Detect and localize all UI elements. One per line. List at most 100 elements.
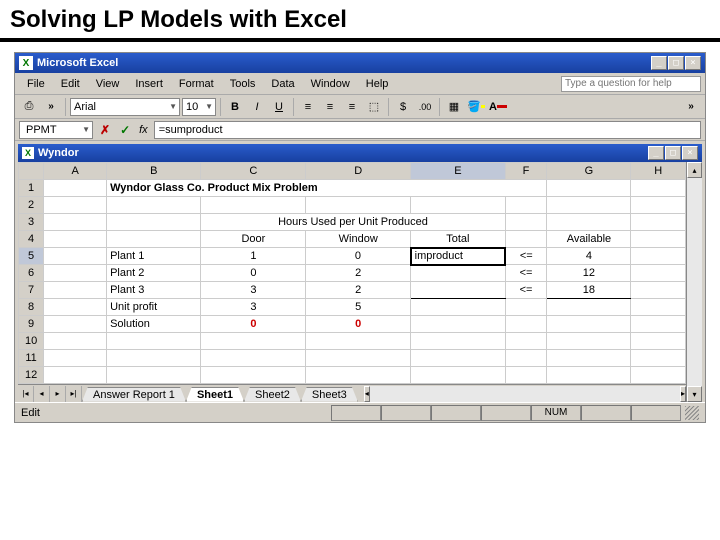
- hscroll-track[interactable]: [370, 386, 680, 402]
- toolbar-overflow-right[interactable]: »: [681, 97, 701, 117]
- cell-b9[interactable]: Solution: [107, 316, 201, 333]
- cell-e5-active[interactable]: improduct: [411, 248, 505, 265]
- select-all-corner[interactable]: [19, 163, 44, 180]
- menu-help[interactable]: Help: [358, 76, 397, 92]
- tab-sheet1[interactable]: Sheet1: [186, 387, 244, 402]
- row-header-11[interactable]: 11: [19, 350, 44, 367]
- borders-button[interactable]: ▦: [444, 97, 464, 117]
- underline-button[interactable]: U: [269, 97, 289, 117]
- cell-c8[interactable]: 3: [201, 299, 306, 316]
- workbook-maximize-button[interactable]: □: [665, 146, 681, 160]
- cell-g4[interactable]: Available: [547, 231, 631, 248]
- menu-tools[interactable]: Tools: [222, 76, 264, 92]
- vscroll-track[interactable]: [687, 178, 702, 386]
- cell-f5[interactable]: <=: [505, 248, 547, 265]
- menu-format[interactable]: Format: [171, 76, 222, 92]
- row-header-5[interactable]: 5: [19, 248, 44, 265]
- resize-grip-icon[interactable]: [685, 406, 699, 420]
- cell-c6[interactable]: 0: [201, 265, 306, 282]
- workbook-minimize-button[interactable]: _: [648, 146, 664, 160]
- cell-g7[interactable]: 18: [547, 282, 631, 299]
- col-header-a[interactable]: A: [44, 163, 107, 180]
- align-left-button[interactable]: ≡: [298, 97, 318, 117]
- formula-input[interactable]: =sumproduct: [154, 121, 701, 139]
- horizontal-scrollbar[interactable]: ◂ ▸: [364, 386, 686, 402]
- cell-e4[interactable]: Total: [411, 231, 505, 248]
- close-button[interactable]: ×: [685, 56, 701, 70]
- col-header-f[interactable]: F: [505, 163, 547, 180]
- menu-insert[interactable]: Insert: [127, 76, 171, 92]
- cell-d8[interactable]: 5: [306, 299, 411, 316]
- worksheet-grid[interactable]: A B C D E F G H 1 Wyndor Glass Co. Produc…: [18, 162, 686, 384]
- tab-sheet3[interactable]: Sheet3: [301, 387, 358, 402]
- align-right-button[interactable]: ≡: [342, 97, 362, 117]
- col-header-c[interactable]: C: [201, 163, 306, 180]
- cell-f6[interactable]: <=: [505, 265, 547, 282]
- fill-color-button[interactable]: 🪣: [466, 97, 486, 117]
- cell-b5[interactable]: Plant 1: [107, 248, 201, 265]
- cell-b1[interactable]: Wyndor Glass Co. Product Mix Problem: [107, 180, 547, 197]
- fx-icon[interactable]: fx: [137, 124, 150, 136]
- font-selector[interactable]: Arial▼: [70, 98, 180, 116]
- tab-prev-button[interactable]: ◂: [34, 386, 50, 402]
- row-header-7[interactable]: 7: [19, 282, 44, 299]
- cell-g6[interactable]: 12: [547, 265, 631, 282]
- minimize-button[interactable]: _: [651, 56, 667, 70]
- menu-edit[interactable]: Edit: [53, 76, 88, 92]
- col-header-d[interactable]: D: [306, 163, 411, 180]
- cell-c5[interactable]: 1: [201, 248, 306, 265]
- cell-d7[interactable]: 2: [306, 282, 411, 299]
- tab-last-button[interactable]: ▸|: [66, 386, 82, 402]
- cell-g5[interactable]: 4: [547, 248, 631, 265]
- tab-sheet2[interactable]: Sheet2: [244, 387, 301, 402]
- name-box[interactable]: PPMT▼: [19, 121, 93, 139]
- cell-d4[interactable]: Window: [306, 231, 411, 248]
- tab-first-button[interactable]: |◂: [18, 386, 34, 402]
- merge-center-button[interactable]: ⬚: [364, 97, 384, 117]
- menu-view[interactable]: View: [88, 76, 128, 92]
- cell-d6[interactable]: 2: [306, 265, 411, 282]
- row-header-3[interactable]: 3: [19, 214, 44, 231]
- workbook-close-button[interactable]: ×: [682, 146, 698, 160]
- row-header-4[interactable]: 4: [19, 231, 44, 248]
- menu-data[interactable]: Data: [263, 76, 302, 92]
- font-size-selector[interactable]: 10▼: [182, 98, 216, 116]
- print-icon[interactable]: ⎙: [19, 97, 39, 117]
- cell-d9[interactable]: 0: [306, 316, 411, 333]
- row-header-9[interactable]: 9: [19, 316, 44, 333]
- cancel-formula-icon[interactable]: ✗: [97, 123, 113, 137]
- row-header-8[interactable]: 8: [19, 299, 44, 316]
- ask-question-input[interactable]: [561, 76, 701, 92]
- increase-decimal-button[interactable]: .00: [415, 97, 435, 117]
- scroll-up-button[interactable]: ▴: [687, 162, 702, 178]
- menu-file[interactable]: File: [19, 76, 53, 92]
- row-header-1[interactable]: 1: [19, 180, 44, 197]
- cell-c3[interactable]: Hours Used per Unit Produced: [201, 214, 505, 231]
- font-color-button[interactable]: A: [488, 97, 508, 117]
- bold-button[interactable]: B: [225, 97, 245, 117]
- col-header-e[interactable]: E: [411, 163, 505, 180]
- tab-next-button[interactable]: ▸: [50, 386, 66, 402]
- col-header-g[interactable]: G: [547, 163, 631, 180]
- col-header-b[interactable]: B: [107, 163, 201, 180]
- row-header-6[interactable]: 6: [19, 265, 44, 282]
- cell-c9[interactable]: 0: [201, 316, 306, 333]
- enter-formula-icon[interactable]: ✓: [117, 123, 133, 137]
- cell-b7[interactable]: Plant 3: [107, 282, 201, 299]
- vertical-scrollbar[interactable]: ▴ ▾: [686, 162, 702, 402]
- scroll-down-button[interactable]: ▾: [687, 386, 702, 402]
- row-header-2[interactable]: 2: [19, 197, 44, 214]
- col-header-h[interactable]: H: [631, 163, 686, 180]
- cell-c7[interactable]: 3: [201, 282, 306, 299]
- cell-d5[interactable]: 0: [306, 248, 411, 265]
- row-header-12[interactable]: 12: [19, 367, 44, 384]
- cell-b6[interactable]: Plant 2: [107, 265, 201, 282]
- cell-f7[interactable]: <=: [505, 282, 547, 299]
- row-header-10[interactable]: 10: [19, 333, 44, 350]
- menu-window[interactable]: Window: [303, 76, 358, 92]
- cell-b8[interactable]: Unit profit: [107, 299, 201, 316]
- toolbar-overflow-left[interactable]: »: [41, 97, 61, 117]
- tab-answer-report[interactable]: Answer Report 1: [82, 387, 186, 402]
- align-center-button[interactable]: ≡: [320, 97, 340, 117]
- cell-c4[interactable]: Door: [201, 231, 306, 248]
